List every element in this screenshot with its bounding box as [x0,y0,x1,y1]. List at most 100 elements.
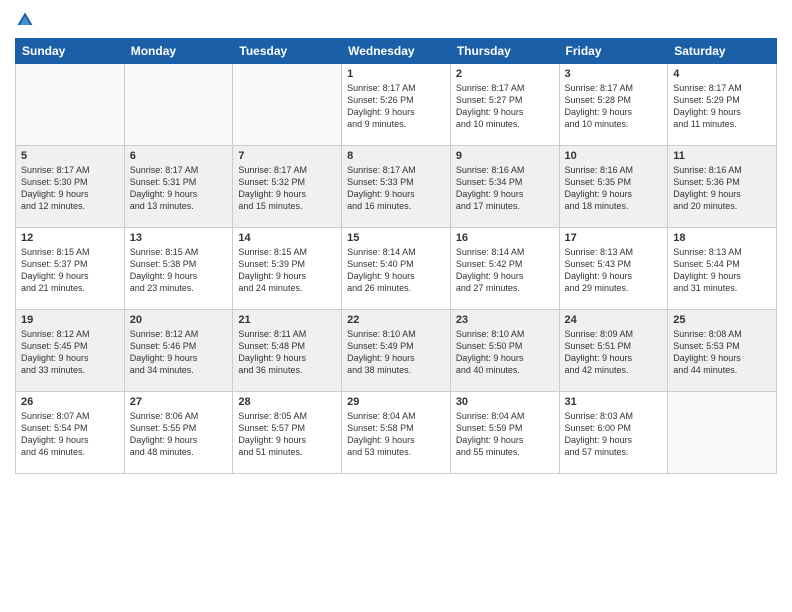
calendar-cell: 24Sunrise: 8:09 AMSunset: 5:51 PMDayligh… [559,310,668,392]
day-info: Sunrise: 8:14 AMSunset: 5:42 PMDaylight:… [456,246,554,295]
day-info: Sunrise: 8:05 AMSunset: 5:57 PMDaylight:… [238,410,336,459]
day-info: Sunrise: 8:15 AMSunset: 5:37 PMDaylight:… [21,246,119,295]
calendar-cell [233,64,342,146]
calendar-cell: 27Sunrise: 8:06 AMSunset: 5:55 PMDayligh… [124,392,233,474]
calendar-cell: 7Sunrise: 8:17 AMSunset: 5:32 PMDaylight… [233,146,342,228]
day-info: Sunrise: 8:17 AMSunset: 5:29 PMDaylight:… [673,82,771,131]
day-info: Sunrise: 8:13 AMSunset: 5:44 PMDaylight:… [673,246,771,295]
day-number: 4 [673,68,771,80]
calendar-cell: 26 Sunrise: 8:07 AMSunset: 5:54 PMDayligh… [16,392,125,474]
day-number: 3 [565,68,663,80]
header-thursday: Thursday [450,39,559,64]
day-info: Sunrise: 8:09 AMSunset: 5:51 PMDaylight:… [565,328,663,377]
header-friday: Friday [559,39,668,64]
calendar-cell: 23Sunrise: 8:10 AMSunset: 5:50 PMDayligh… [450,310,559,392]
day-info: Sunrise: 8:13 AMSunset: 5:43 PMDaylight:… [565,246,663,295]
day-number: 28 [238,396,336,408]
calendar-cell: 21Sunrise: 8:11 AMSunset: 5:48 PMDayligh… [233,310,342,392]
day-number: 9 [456,150,554,162]
calendar-cell: 18 Sunrise: 8:13 AMSunset: 5:44 PMDayligh… [668,228,777,310]
day-info: Sunrise: 8:17 AMSunset: 5:30 PMDaylight:… [21,164,119,213]
day-info: Sunrise: 8:15 AMSunset: 5:38 PMDaylight:… [130,246,228,295]
day-info: Sunrise: 8:04 AMSunset: 5:59 PMDaylight:… [456,410,554,459]
day-number: 10 [565,150,663,162]
header-saturday: Saturday [668,39,777,64]
day-info: Sunrise: 8:17 AMSunset: 5:33 PMDaylight:… [347,164,445,213]
header-tuesday: Tuesday [233,39,342,64]
calendar-week-4: 19Sunrise: 8:12 AMSunset: 5:45 PMDayligh… [16,310,777,392]
calendar-cell: 10 Sunrise: 8:16 AMSunset: 5:35 PMDayligh… [559,146,668,228]
day-number: 26 [21,396,119,408]
day-info: Sunrise: 8:14 AMSunset: 5:40 PMDaylight:… [347,246,445,295]
calendar-cell: 2 Sunrise: 8:17 AMSunset: 5:27 PMDaylight… [450,64,559,146]
day-number: 13 [130,232,228,244]
calendar-cell: 17 Sunrise: 8:13 AMSunset: 5:43 PMDayligh… [559,228,668,310]
day-number: 12 [21,232,119,244]
day-info: Sunrise: 8:03 AMSunset: 6:00 PMDaylight:… [565,410,663,459]
header-monday: Monday [124,39,233,64]
calendar-week-3: 12 Sunrise: 8:15 AMSunset: 5:37 PMDayligh… [16,228,777,310]
calendar-week-5: 26 Sunrise: 8:07 AMSunset: 5:54 PMDayligh… [16,392,777,474]
day-number: 17 [565,232,663,244]
day-number: 11 [673,150,771,162]
day-info: Sunrise: 8:17 AMSunset: 5:28 PMDaylight:… [565,82,663,131]
calendar-cell: 11 Sunrise: 8:16 AMSunset: 5:36 PMDayligh… [668,146,777,228]
calendar-cell: 5 Sunrise: 8:17 AMSunset: 5:30 PMDaylight… [16,146,125,228]
day-number: 23 [456,314,554,326]
day-info: Sunrise: 8:16 AMSunset: 5:36 PMDaylight:… [673,164,771,213]
calendar-week-2: 5 Sunrise: 8:17 AMSunset: 5:30 PMDaylight… [16,146,777,228]
calendar-cell: 3 Sunrise: 8:17 AMSunset: 5:28 PMDaylight… [559,64,668,146]
day-number: 30 [456,396,554,408]
calendar-cell: 9 Sunrise: 8:16 AMSunset: 5:34 PMDaylight… [450,146,559,228]
calendar-cell [668,392,777,474]
header-sunday: Sunday [16,39,125,64]
page: SundayMondayTuesdayWednesdayThursdayFrid… [0,0,792,612]
day-info: Sunrise: 8:17 AMSunset: 5:27 PMDaylight:… [456,82,554,131]
day-info: Sunrise: 8:16 AMSunset: 5:35 PMDaylight:… [565,164,663,213]
day-number: 18 [673,232,771,244]
day-info: Sunrise: 8:17 AMSunset: 5:31 PMDaylight:… [130,164,228,213]
calendar-cell: 12 Sunrise: 8:15 AMSunset: 5:37 PMDayligh… [16,228,125,310]
calendar-cell [16,64,125,146]
calendar-cell: 13 Sunrise: 8:15 AMSunset: 5:38 PMDayligh… [124,228,233,310]
calendar-cell: 14Sunrise: 8:15 AMSunset: 5:39 PMDayligh… [233,228,342,310]
day-number: 2 [456,68,554,80]
day-number: 14 [238,232,336,244]
day-number: 6 [130,150,228,162]
calendar-cell [124,64,233,146]
day-number: 15 [347,232,445,244]
calendar-cell: 6 Sunrise: 8:17 AMSunset: 5:31 PMDaylight… [124,146,233,228]
day-number: 22 [347,314,445,326]
logo-icon [15,10,35,30]
calendar-cell: 16 Sunrise: 8:14 AMSunset: 5:42 PMDayligh… [450,228,559,310]
calendar-cell: 1Sunrise: 8:17 AMSunset: 5:26 PMDaylight… [342,64,451,146]
day-info: Sunrise: 8:12 AMSunset: 5:45 PMDaylight:… [21,328,119,377]
day-number: 31 [565,396,663,408]
logo [15,10,39,30]
day-number: 5 [21,150,119,162]
day-info: Sunrise: 8:16 AMSunset: 5:34 PMDaylight:… [456,164,554,213]
day-info: Sunrise: 8:07 AMSunset: 5:54 PMDaylight:… [21,410,119,459]
calendar-cell: 25 Sunrise: 8:08 AMSunset: 5:53 PMDayligh… [668,310,777,392]
calendar-cell: 4 Sunrise: 8:17 AMSunset: 5:29 PMDaylight… [668,64,777,146]
calendar-week-1: 1Sunrise: 8:17 AMSunset: 5:26 PMDaylight… [16,64,777,146]
day-info: Sunrise: 8:11 AMSunset: 5:48 PMDaylight:… [238,328,336,377]
day-number: 7 [238,150,336,162]
calendar-cell: 8 Sunrise: 8:17 AMSunset: 5:33 PMDaylight… [342,146,451,228]
calendar-cell: 22Sunrise: 8:10 AMSunset: 5:49 PMDayligh… [342,310,451,392]
calendar-cell: 19Sunrise: 8:12 AMSunset: 5:45 PMDayligh… [16,310,125,392]
day-info: Sunrise: 8:08 AMSunset: 5:53 PMDaylight:… [673,328,771,377]
day-info: Sunrise: 8:17 AMSunset: 5:26 PMDaylight:… [347,82,445,131]
calendar-cell: 28 Sunrise: 8:05 AMSunset: 5:57 PMDayligh… [233,392,342,474]
calendar: SundayMondayTuesdayWednesdayThursdayFrid… [15,38,777,474]
day-info: Sunrise: 8:04 AMSunset: 5:58 PMDaylight:… [347,410,445,459]
day-number: 8 [347,150,445,162]
day-number: 29 [347,396,445,408]
calendar-cell: 29 Sunrise: 8:04 AMSunset: 5:58 PMDayligh… [342,392,451,474]
day-info: Sunrise: 8:06 AMSunset: 5:55 PMDaylight:… [130,410,228,459]
day-number: 25 [673,314,771,326]
day-number: 16 [456,232,554,244]
day-info: Sunrise: 8:12 AMSunset: 5:46 PMDaylight:… [130,328,228,377]
calendar-cell: 30 Sunrise: 8:04 AMSunset: 5:59 PMDayligh… [450,392,559,474]
calendar-cell: 20Sunrise: 8:12 AMSunset: 5:46 PMDayligh… [124,310,233,392]
